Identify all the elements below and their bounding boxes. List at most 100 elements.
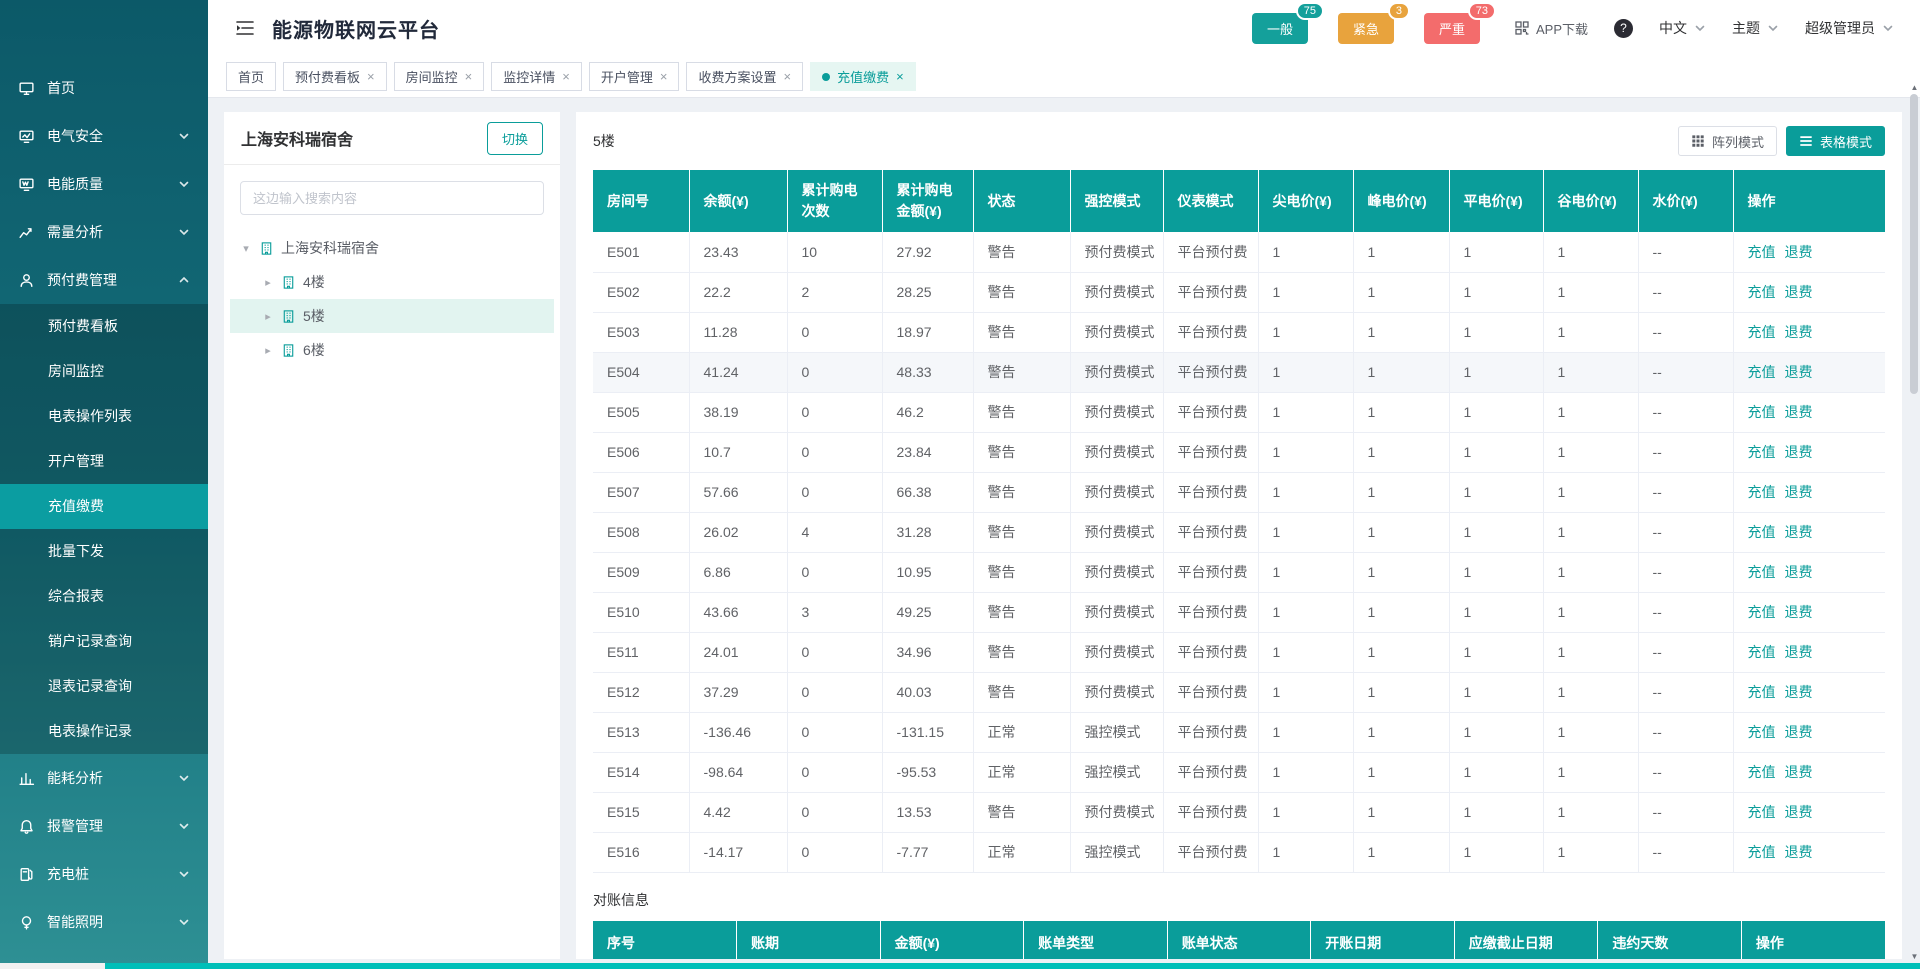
action-link-充值[interactable]: 充值 [1748, 644, 1776, 660]
sidebar-subitem[interactable]: 开户管理 [0, 439, 208, 484]
action-link-充值[interactable]: 充值 [1748, 844, 1776, 860]
action-link-退费[interactable]: 退费 [1785, 764, 1813, 780]
caret-right-icon[interactable]: ▸ [262, 310, 274, 323]
action-link-充值[interactable]: 充值 [1748, 684, 1776, 700]
close-icon[interactable]: × [562, 70, 570, 83]
table-cell: 1 [1449, 232, 1543, 272]
tab-房间监控[interactable]: 房间监控 × [394, 62, 485, 91]
tab-label: 收费方案设置 [698, 67, 776, 86]
switch-building-button[interactable]: 切换 [487, 122, 543, 155]
action-link-退费[interactable]: 退费 [1785, 684, 1813, 700]
close-icon[interactable]: × [367, 70, 375, 83]
sidebar-subitem[interactable]: 电表操作记录 [0, 709, 208, 754]
action-link-充值[interactable]: 充值 [1748, 564, 1776, 580]
tree-node-6楼[interactable]: ▸ 6楼 [230, 333, 554, 367]
sidebar-subitem[interactable]: 充值缴费 [0, 484, 208, 529]
sidebar-subitem[interactable]: 电表操作列表 [0, 394, 208, 439]
sidebar-item[interactable]: 充电桩 [0, 850, 208, 898]
sidebar-subitem[interactable]: 销户记录查询 [0, 619, 208, 664]
sidebar-item[interactable]: 智能照明 [0, 898, 208, 946]
chevron-down-icon [178, 226, 190, 238]
sidebar-item[interactable]: 能耗分析 [0, 754, 208, 802]
close-icon[interactable]: × [465, 70, 473, 83]
language-select[interactable]: 中文 [1659, 18, 1706, 38]
app-download-link[interactable]: APP下载 [1514, 19, 1588, 38]
sidebar-item[interactable]: 首页 [0, 64, 208, 112]
tree-node-4楼[interactable]: ▸ 4楼 [230, 265, 554, 299]
action-link-退费[interactable]: 退费 [1785, 644, 1813, 660]
list-mode-button[interactable]: 表格模式 [1786, 126, 1885, 156]
action-link-充值[interactable]: 充值 [1748, 804, 1776, 820]
action-link-充值[interactable]: 充值 [1748, 604, 1776, 620]
vertical-scrollbar[interactable] [1910, 90, 1919, 955]
caret-right-icon[interactable]: ▸ [262, 276, 274, 289]
sidebar-subitem[interactable]: 房间监控 [0, 349, 208, 394]
scroll-down-icon[interactable]: ▼ [1910, 953, 1919, 961]
tree-search-input[interactable] [240, 181, 544, 215]
action-link-退费[interactable]: 退费 [1785, 364, 1813, 380]
tab-充值缴费[interactable]: 充值缴费 × [810, 62, 916, 91]
theme-select[interactable]: 主题 [1732, 18, 1779, 38]
action-link-退费[interactable]: 退费 [1785, 524, 1813, 540]
sidebar-subitem[interactable]: 预付费看板 [0, 304, 208, 349]
action-link-退费[interactable]: 退费 [1785, 404, 1813, 420]
action-link-充值[interactable]: 充值 [1748, 764, 1776, 780]
room-number-cell: E502 [593, 272, 689, 312]
action-link-充值[interactable]: 充值 [1748, 324, 1776, 340]
tab-监控详情[interactable]: 监控详情 × [491, 62, 582, 91]
sidebar-subitem[interactable]: 综合报表 [0, 574, 208, 619]
tab-收费方案设置[interactable]: 收费方案设置 × [686, 62, 803, 91]
tree-node-5楼[interactable]: ▸ 5楼 [230, 299, 554, 333]
tab-开户管理[interactable]: 开户管理 × [589, 62, 680, 91]
action-link-充值[interactable]: 充值 [1748, 404, 1776, 420]
action-link-退费[interactable]: 退费 [1785, 604, 1813, 620]
grid-mode-button[interactable]: 阵列模式 [1678, 126, 1777, 156]
help-icon[interactable]: ? [1614, 19, 1633, 38]
table-cell: 警告 [973, 512, 1070, 552]
action-link-退费[interactable]: 退费 [1785, 564, 1813, 580]
table-cell: 强控模式 [1070, 832, 1163, 872]
caret-right-icon[interactable]: ▸ [262, 344, 274, 357]
action-link-退费[interactable]: 退费 [1785, 244, 1813, 260]
close-icon[interactable]: × [896, 70, 904, 83]
action-link-充值[interactable]: 充值 [1748, 444, 1776, 460]
action-link-退费[interactable]: 退费 [1785, 284, 1813, 300]
action-link-充值[interactable]: 充值 [1748, 724, 1776, 740]
alarm-badge[interactable]: 严重 73 [1424, 13, 1480, 44]
action-link-充值[interactable]: 充值 [1748, 284, 1776, 300]
action-link-充值[interactable]: 充值 [1748, 484, 1776, 500]
alarm-badge[interactable]: 紧急 3 [1338, 13, 1394, 44]
table-cell: -- [1638, 472, 1733, 512]
menu-collapse-icon[interactable] [234, 17, 256, 39]
action-link-充值[interactable]: 充值 [1748, 364, 1776, 380]
horizontal-scrollbar[interactable] [0, 963, 1920, 969]
table-cell: 平台预付费 [1163, 552, 1258, 592]
sidebar-item[interactable]: 预付费管理 [0, 256, 208, 304]
action-link-充值[interactable]: 充值 [1748, 244, 1776, 260]
tab-首页[interactable]: 首页 [226, 62, 276, 91]
tab-预付费看板[interactable]: 预付费看板 × [283, 62, 387, 91]
sidebar-subitem[interactable]: 批量下发 [0, 529, 208, 574]
action-link-退费[interactable]: 退费 [1785, 724, 1813, 740]
sidebar-subitem[interactable]: 退表记录查询 [0, 664, 208, 709]
sidebar-item[interactable]: 电能质量 [0, 160, 208, 208]
action-link-退费[interactable]: 退费 [1785, 484, 1813, 500]
action-link-退费[interactable]: 退费 [1785, 324, 1813, 340]
alarm-badge[interactable]: 一般 75 [1252, 13, 1308, 44]
sidebar-item[interactable]: 需量分析 [0, 208, 208, 256]
mode-button-label: 表格模式 [1820, 132, 1872, 151]
vertical-scrollbar-thumb[interactable] [1910, 94, 1918, 394]
close-icon[interactable]: × [660, 70, 668, 83]
action-link-退费[interactable]: 退费 [1785, 844, 1813, 860]
horizontal-scrollbar-thumb[interactable] [105, 963, 1920, 969]
caret-down-icon[interactable]: ▾ [240, 242, 252, 255]
tree-root[interactable]: ▾ 上海安科瑞宿舍 [230, 231, 554, 265]
action-link-充值[interactable]: 充值 [1748, 524, 1776, 540]
sidebar-item[interactable]: 报警管理 [0, 802, 208, 850]
sidebar-item[interactable]: 电气安全 [0, 112, 208, 160]
action-link-退费[interactable]: 退费 [1785, 444, 1813, 460]
column-header: 水价(¥) [1638, 170, 1733, 232]
action-link-退费[interactable]: 退费 [1785, 804, 1813, 820]
close-icon[interactable]: × [783, 70, 791, 83]
user-menu[interactable]: 超级管理员 [1805, 18, 1894, 38]
